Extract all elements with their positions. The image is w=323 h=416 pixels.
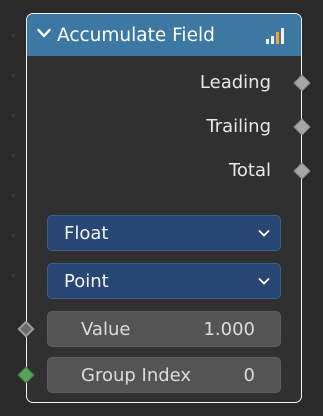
grid-dot — [12, 34, 15, 37]
output-label: Trailing — [206, 116, 271, 137]
grid-dot — [12, 74, 15, 77]
output-label: Leading — [199, 72, 271, 93]
output-trailing: Trailing — [206, 116, 271, 137]
grid-dot — [12, 194, 15, 197]
chevron-down-icon — [258, 278, 270, 285]
grid-dot — [12, 114, 15, 117]
group-index-label: Group Index — [81, 365, 192, 386]
grid-dot — [12, 234, 15, 237]
value-label: Value — [81, 319, 131, 340]
output-socket-leading[interactable] — [293, 74, 311, 92]
output-total: Total — [229, 160, 271, 181]
accumulate-field-node[interactable]: Accumulate Field Leading Trailing Total … — [17, 13, 311, 403]
input-socket-value[interactable] — [17, 320, 35, 338]
input-socket-group-index[interactable] — [17, 366, 35, 384]
output-leading: Leading — [200, 72, 271, 93]
output-label: Total — [228, 160, 271, 181]
node-title: Accumulate Field — [57, 24, 215, 46]
grid-dot — [12, 154, 15, 157]
node-header[interactable]: Accumulate Field — [27, 14, 301, 56]
chevron-down-icon[interactable] — [37, 26, 51, 40]
group-index-field[interactable]: Group Index 0 — [47, 357, 281, 393]
output-socket-trailing[interactable] — [293, 118, 311, 136]
domain-selected: Point — [64, 270, 109, 292]
grid-dot — [12, 274, 15, 277]
domain-dropdown[interactable]: Point — [47, 263, 281, 299]
data-type-dropdown[interactable]: Float — [47, 215, 281, 251]
group-index-number: 0 — [243, 365, 255, 386]
value-number: 1.000 — [203, 319, 255, 340]
output-socket-total[interactable] — [293, 162, 311, 180]
node-editor-canvas[interactable]: Accumulate Field Leading Trailing Total … — [0, 0, 323, 416]
chevron-down-icon — [258, 230, 270, 237]
value-field[interactable]: Value 1.000 — [47, 311, 281, 347]
field-bars-icon — [266, 28, 284, 44]
data-type-selected: Float — [64, 222, 109, 244]
